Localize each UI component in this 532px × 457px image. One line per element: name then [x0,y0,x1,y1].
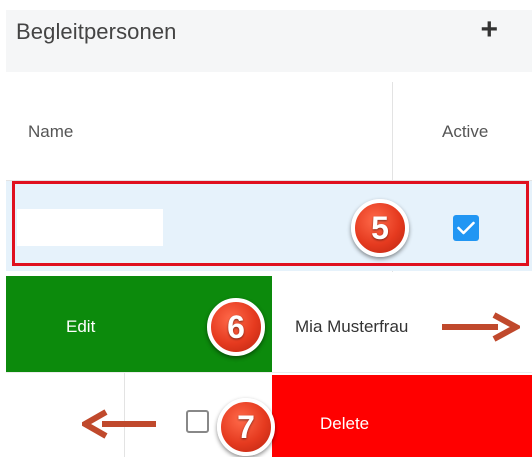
active-checkbox-unchecked[interactable] [186,410,209,433]
row-divider [6,372,532,373]
delete-label: Delete [320,414,370,433]
arrow-left-icon [82,409,156,439]
arrow-right-icon [442,312,520,342]
highlight-frame [12,181,529,266]
page-title: Begleitpersonen [16,19,177,44]
delete-swipe-action[interactable] [272,375,532,457]
edit-label: Edit [66,317,96,336]
column-header-name: Name [28,122,74,141]
add-button[interactable]: + [480,14,498,46]
person-name: Mia Musterfrau [295,317,409,336]
column-header-active: Active [442,122,489,141]
annotation-badge-6: 6 [207,298,265,356]
annotation-badge-7: 7 [217,398,275,456]
plus-icon: + [480,13,498,46]
annotation-badge-5: 5 [351,199,409,257]
